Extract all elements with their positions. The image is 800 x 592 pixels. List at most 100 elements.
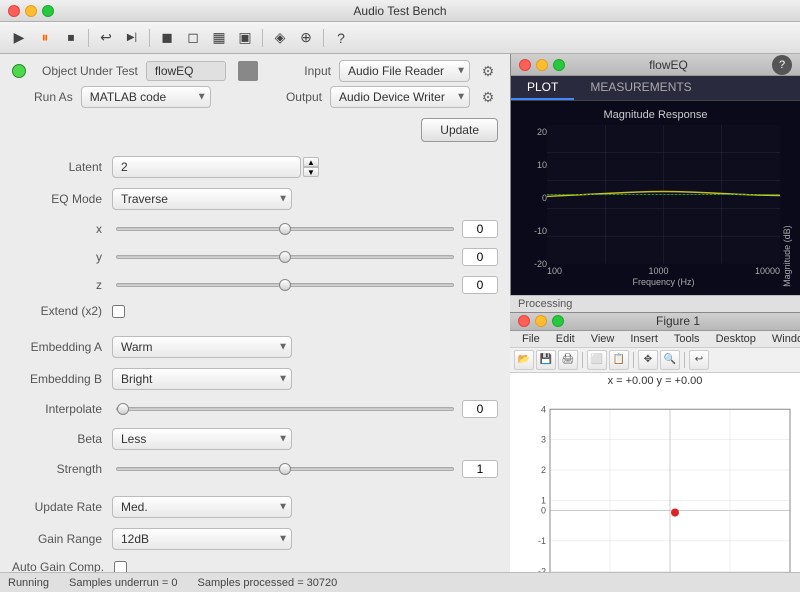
y-value[interactable] <box>462 248 498 266</box>
figure-svg: 4 3 2 1 0 -1 -2 -3 -4 -2 0 2 4 <box>510 389 800 572</box>
x-label-100: 100 <box>547 266 562 276</box>
menu-insert[interactable]: Insert <box>622 331 666 347</box>
update-rate-wrap: Slow Med. Fast ▼ <box>112 496 292 518</box>
eq-mode-select[interactable]: Traverse Interpolate Direct <box>112 188 292 210</box>
floweq-tab-plot[interactable]: PLOT <box>511 76 574 100</box>
stop-button[interactable]: ⏹ <box>60 27 82 49</box>
floweq-help[interactable]: ? <box>772 55 792 75</box>
menu-file[interactable]: File <box>514 331 548 347</box>
step-button[interactable]: ▶| <box>121 27 143 49</box>
floweq-tab-measurements[interactable]: MEASUREMENTS <box>574 76 707 100</box>
figure-max[interactable] <box>552 315 564 327</box>
gain-range-wrap: 6dB 12dB 24dB ▼ <box>112 528 292 550</box>
menu-view[interactable]: View <box>583 331 623 347</box>
fig-btn-paste[interactable]: 📋 <box>609 350 629 370</box>
gain-range-label: Gain Range <box>12 532 102 546</box>
y-slider[interactable] <box>116 255 454 259</box>
y-label-neg20: -20 <box>519 259 547 269</box>
latent-input[interactable] <box>112 156 301 178</box>
update-button[interactable]: Update <box>421 118 498 142</box>
interpolate-value[interactable] <box>462 400 498 418</box>
interpolate-slider[interactable] <box>116 407 454 411</box>
svg-text:-2: -2 <box>538 566 546 572</box>
z-value[interactable] <box>462 276 498 294</box>
run-as-select-wrap: MATLAB code ▼ <box>81 86 211 108</box>
x-slider-row: x <box>0 218 510 240</box>
embedding-a-select[interactable]: Warm Bright Natural Dark <box>112 336 292 358</box>
z-label: z <box>12 278 102 292</box>
y-label-neg10: -10 <box>519 226 547 236</box>
x-slider[interactable] <box>116 227 454 231</box>
fig-sep-2 <box>633 352 634 368</box>
figure-content: x = +0.00 y = +0.00 <box>510 373 800 572</box>
fig-btn-rotate[interactable]: ↩ <box>689 350 709 370</box>
run-as-select[interactable]: MATLAB code <box>81 86 211 108</box>
play-button[interactable]: ▶ <box>8 27 30 49</box>
tool-btn-2[interactable]: ⊕ <box>295 27 317 49</box>
block-btn-1[interactable]: ◼ <box>156 27 178 49</box>
beta-select[interactable]: Less More <box>112 428 292 450</box>
svg-text:4: 4 <box>541 404 546 414</box>
block-btn-4[interactable]: ▣ <box>234 27 256 49</box>
latent-up[interactable]: ▲ <box>303 157 319 167</box>
input-gear-icon[interactable]: ⚙ <box>478 61 498 81</box>
z-slider[interactable] <box>116 283 454 287</box>
floweq-title: flowEQ <box>565 58 772 72</box>
menu-edit[interactable]: Edit <box>548 331 583 347</box>
figure-window: Figure 1 File Edit View Insert Tools Des… <box>510 312 800 572</box>
figure-plot: 4 3 2 1 0 -1 -2 -3 -4 -2 0 2 4 <box>510 389 800 572</box>
pause-button[interactable]: ⏸ <box>34 27 56 49</box>
minimize-button[interactable] <box>25 5 37 17</box>
strength-value[interactable] <box>462 460 498 478</box>
menu-window[interactable]: Window <box>764 331 800 347</box>
auto-gain-checkbox[interactable] <box>114 561 127 573</box>
chart-area: 20 10 0 -10 -20 <box>519 125 792 287</box>
fig-btn-pan[interactable]: ✥ <box>638 350 658 370</box>
maximize-button[interactable] <box>42 5 54 17</box>
fig-btn-save[interactable]: 💾 <box>536 350 556 370</box>
floweq-min[interactable] <box>536 59 548 71</box>
close-button[interactable] <box>8 5 20 17</box>
rewind-button[interactable]: ↩ <box>95 27 117 49</box>
block-btn-3[interactable]: ▦ <box>208 27 230 49</box>
embedding-b-label: Embedding B <box>12 372 102 386</box>
menu-desktop[interactable]: Desktop <box>708 331 764 347</box>
chart-title: Magnitude Response <box>519 109 792 121</box>
embedding-b-select[interactable]: Warm Bright Natural Dark <box>112 368 292 390</box>
block-btn-2[interactable]: ◻ <box>182 27 204 49</box>
floweq-max[interactable] <box>553 59 565 71</box>
latent-down[interactable]: ▼ <box>303 167 319 177</box>
fig-btn-print[interactable]: 🖨 <box>558 350 578 370</box>
fig-btn-open[interactable]: 📂 <box>514 350 534 370</box>
output-select[interactable]: Audio Device Writer <box>330 86 470 108</box>
window-title: Audio Test Bench <box>353 4 446 18</box>
gain-range-select[interactable]: 6dB 12dB 24dB <box>112 528 292 550</box>
floweq-title-bar: flowEQ ? <box>511 54 800 76</box>
object-under-test-value: flowEQ <box>146 61 226 81</box>
x-axis-labels: 100 1000 10000 <box>547 264 780 276</box>
y-axis: 20 10 0 -10 -20 <box>519 125 547 287</box>
strength-row: Strength <box>0 458 510 480</box>
svg-text:3: 3 <box>541 435 546 445</box>
embedding-a-wrap: Warm Bright Natural Dark ▼ <box>112 336 292 358</box>
help-button[interactable]: ? <box>330 27 352 49</box>
interpolate-row: Interpolate <box>0 398 510 420</box>
figure-min[interactable] <box>535 315 547 327</box>
floweq-close[interactable] <box>519 59 531 71</box>
strength-slider[interactable] <box>116 467 454 471</box>
figure-traffic <box>518 315 564 327</box>
output-gear-icon[interactable]: ⚙ <box>478 87 498 107</box>
gain-range-row: Gain Range 6dB 12dB 24dB ▼ <box>0 526 510 552</box>
input-select[interactable]: Audio File Reader <box>339 60 470 82</box>
tool-btn-1[interactable]: ◈ <box>269 27 291 49</box>
update-rate-select[interactable]: Slow Med. Fast <box>112 496 292 518</box>
fig-btn-zoom-in[interactable]: 🔍 <box>660 350 680 370</box>
out-settings-btn[interactable] <box>238 61 258 81</box>
fig-btn-copy[interactable]: ⬜ <box>587 350 607 370</box>
input-label: Input <box>304 64 331 78</box>
menu-tools[interactable]: Tools <box>666 331 708 347</box>
x-value[interactable] <box>462 220 498 238</box>
figure-close[interactable] <box>518 315 530 327</box>
beta-wrap: Less More ▼ <box>112 428 292 450</box>
extend-checkbox[interactable] <box>112 305 125 318</box>
